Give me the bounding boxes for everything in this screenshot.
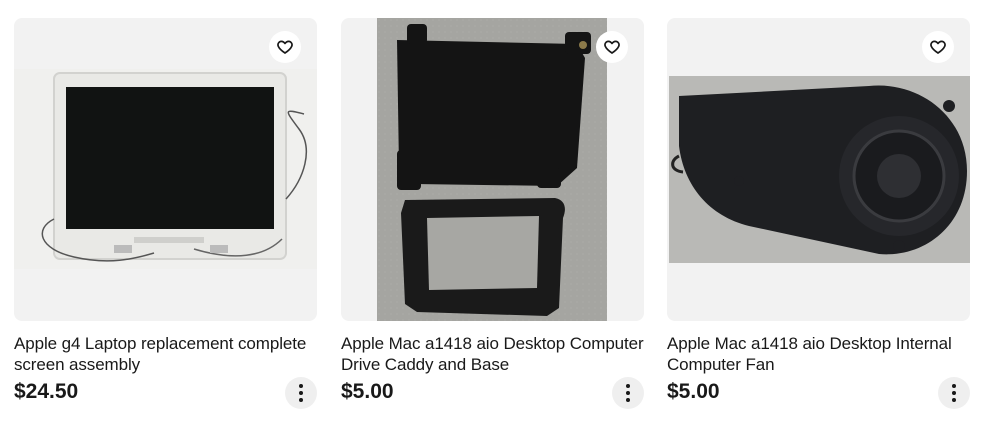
watch-heart-button[interactable] [922,31,954,63]
listing-grid: Apple g4 Laptop replacement complete scr… [0,0,987,421]
computer-fan-photo [669,76,970,263]
listing-card: Apple Mac a1418 aio Desktop Internal Com… [667,18,970,409]
more-options-button[interactable] [938,377,970,409]
heart-icon [930,40,946,54]
more-options-button[interactable] [612,377,644,409]
laptop-screen-photo [14,69,317,269]
more-vertical-icon [299,383,303,404]
watch-heart-button[interactable] [269,31,301,63]
listing-price: $5.00 [667,380,720,403]
more-vertical-icon [952,383,956,404]
listing-price: $5.00 [341,380,394,403]
listing-title[interactable]: Apple Mac a1418 aio Desktop Computer Dri… [341,333,644,375]
listing-card: Apple g4 Laptop replacement complete scr… [14,18,317,409]
listing-card: Apple Mac a1418 aio Desktop Computer Dri… [341,18,644,409]
heart-icon [277,40,293,54]
listing-title[interactable]: Apple g4 Laptop replacement complete scr… [14,333,317,375]
listing-title[interactable]: Apple Mac a1418 aio Desktop Internal Com… [667,333,970,375]
heart-icon [604,40,620,54]
listing-image[interactable] [667,18,970,321]
listing-image[interactable] [341,18,644,321]
drive-caddy-photo [377,18,607,321]
more-options-button[interactable] [285,377,317,409]
listing-price: $24.50 [14,380,79,403]
listing-image[interactable] [14,18,317,321]
more-vertical-icon [626,383,630,404]
watch-heart-button[interactable] [596,31,628,63]
